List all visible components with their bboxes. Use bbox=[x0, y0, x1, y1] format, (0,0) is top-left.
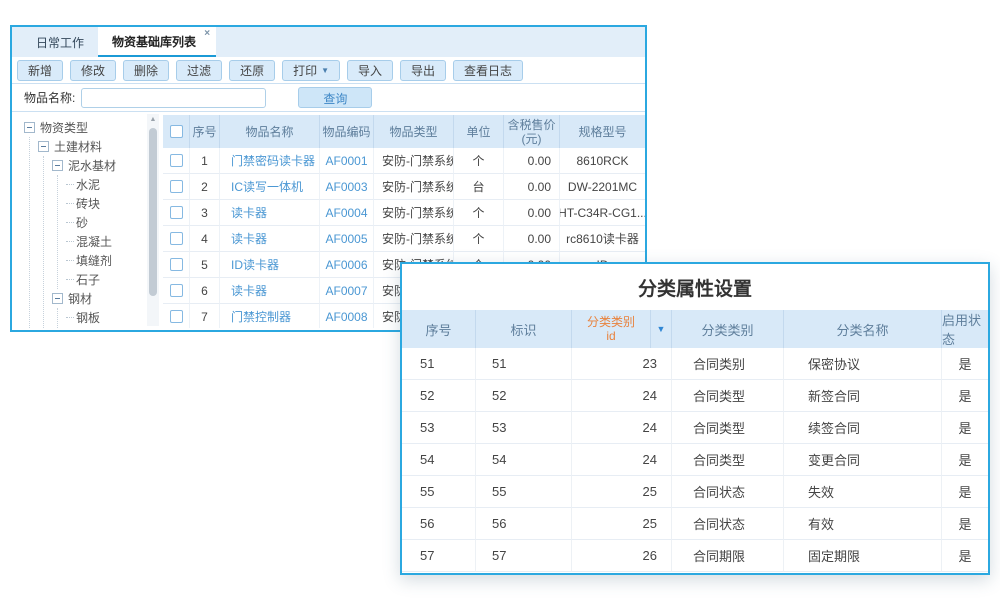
sort-dropdown-icon[interactable]: ▼ bbox=[650, 310, 671, 348]
item-code-link[interactable]: AF0006 bbox=[320, 252, 374, 278]
tab-label: 物资基础库列表 bbox=[112, 33, 196, 50]
tree-node-steel-plate[interactable]: 钢板 bbox=[66, 308, 144, 327]
category-tree: 物资类型 土建材料 泥水基材 水泥 砖块 bbox=[12, 112, 160, 328]
row-checkbox[interactable] bbox=[170, 284, 183, 297]
table-row[interactable]: 3 读卡器 AF0004 安防-门禁系统 个 0.00 HT-C34R-CG1.… bbox=[163, 200, 645, 226]
table-row[interactable]: 54 54 24 合同类型 变更合同 是 bbox=[402, 444, 988, 476]
attribute-table-header: 序号 标识 分类类别 id ▼ 分类类别 分类名称 启用状态 bbox=[402, 310, 988, 348]
col-item-code: 物品编码 bbox=[320, 115, 374, 148]
table-row[interactable]: 52 52 24 合同类型 新签合同 是 bbox=[402, 380, 988, 412]
category-tree-panel: 物资类型 土建材料 泥水基材 水泥 砖块 bbox=[12, 112, 160, 328]
item-name-link[interactable]: 读卡器 bbox=[220, 226, 320, 252]
row-checkbox[interactable] bbox=[170, 258, 183, 271]
item-name-link[interactable]: ID读卡器 bbox=[220, 252, 320, 278]
col-item-name: 物品名称 bbox=[220, 115, 320, 148]
chevron-down-icon: ▼ bbox=[321, 66, 329, 75]
col-no: 序号 bbox=[402, 310, 476, 348]
col-enabled: 启用状态 bbox=[942, 310, 988, 348]
row-checkbox[interactable] bbox=[170, 206, 183, 219]
category-attribute-window: 分类属性设置 序号 标识 分类类别 id ▼ 分类类别 分类名称 启用状态 51… bbox=[400, 262, 990, 575]
tree-node-gravel[interactable]: 石子 bbox=[66, 270, 144, 289]
item-name-label: 物品名称: bbox=[24, 89, 75, 106]
col-category-id[interactable]: 分类类别 id ▼ bbox=[572, 310, 672, 348]
table-row[interactable]: 4 读卡器 AF0005 安防-门禁系统 个 0.00 rc8610读卡器 bbox=[163, 226, 645, 252]
edit-button[interactable]: 修改 bbox=[70, 60, 116, 81]
tree-node-brick[interactable]: 砖块 bbox=[66, 194, 144, 213]
collapse-icon[interactable] bbox=[38, 141, 49, 152]
page-title: 分类属性设置 bbox=[402, 264, 988, 310]
item-code-link[interactable]: AF0001 bbox=[320, 148, 374, 174]
table-row[interactable]: 2 IC读写一体机 AF0003 安防-门禁系统 台 0.00 DW-2201M… bbox=[163, 174, 645, 200]
col-spec: 规格型号 bbox=[560, 115, 645, 148]
search-bar: 物品名称: 查询 bbox=[12, 84, 645, 112]
item-code-link[interactable]: AF0005 bbox=[320, 226, 374, 252]
item-name-link[interactable]: 读卡器 bbox=[220, 200, 320, 226]
col-unit: 单位 bbox=[454, 115, 504, 148]
export-button[interactable]: 导出 bbox=[400, 60, 446, 81]
tree-node-root[interactable]: 物资类型 bbox=[24, 118, 144, 137]
collapse-icon[interactable] bbox=[52, 160, 63, 171]
item-code-link[interactable]: AF0003 bbox=[320, 174, 374, 200]
item-name-link[interactable]: IC读写一体机 bbox=[220, 174, 320, 200]
view-log-button[interactable]: 查看日志 bbox=[453, 60, 523, 81]
tree-node-grout[interactable]: 填缝剂 bbox=[66, 251, 144, 270]
item-code-link[interactable]: AF0008 bbox=[320, 304, 374, 328]
tab-label: 日常工作 bbox=[36, 34, 84, 51]
import-button[interactable]: 导入 bbox=[347, 60, 393, 81]
collapse-icon[interactable] bbox=[24, 122, 35, 133]
tree-node-sand[interactable]: 砂 bbox=[66, 213, 144, 232]
tree-scrollbar[interactable]: ▲ bbox=[147, 114, 159, 326]
print-button[interactable]: 打印 ▼ bbox=[282, 60, 340, 81]
select-all-checkbox[interactable] bbox=[170, 125, 183, 138]
tree-node-steel[interactable]: 钢材 bbox=[52, 289, 144, 308]
table-row[interactable]: 57 57 26 合同期限 固定期限 是 bbox=[402, 540, 988, 572]
tree-node-concrete[interactable]: 混凝土 bbox=[66, 232, 144, 251]
tree-node-cement[interactable]: 水泥 bbox=[66, 175, 144, 194]
add-button[interactable]: 新增 bbox=[17, 60, 63, 81]
table-row[interactable]: 53 53 24 合同类型 续签合同 是 bbox=[402, 412, 988, 444]
row-checkbox[interactable] bbox=[170, 154, 183, 167]
col-category: 分类类别 bbox=[672, 310, 784, 348]
delete-button[interactable]: 删除 bbox=[123, 60, 169, 81]
tab-bar: 日常工作 物资基础库列表 × bbox=[12, 27, 645, 57]
row-checkbox[interactable] bbox=[170, 180, 183, 193]
row-checkbox[interactable] bbox=[170, 310, 183, 323]
toolbar: 新增 修改 删除 过滤 还原 打印 ▼ 导入 导出 查看日志 bbox=[12, 57, 645, 84]
items-table-header: 序号 物品名称 物品编码 物品类型 单位 含税售价 (元) 规格型号 bbox=[163, 115, 645, 148]
col-price: 含税售价 (元) bbox=[504, 115, 560, 148]
col-identifier: 标识 bbox=[476, 310, 572, 348]
collapse-icon[interactable] bbox=[52, 293, 63, 304]
tab-daily-work[interactable]: 日常工作 bbox=[22, 27, 98, 57]
table-row[interactable]: 55 55 25 合同状态 失效 是 bbox=[402, 476, 988, 508]
scrollbar-thumb[interactable] bbox=[149, 128, 157, 296]
item-name-link[interactable]: 读卡器 bbox=[220, 278, 320, 304]
query-button[interactable]: 查询 bbox=[298, 87, 372, 108]
tab-material-library[interactable]: 物资基础库列表 × bbox=[98, 27, 216, 57]
item-name-input[interactable] bbox=[81, 88, 266, 108]
table-row[interactable]: 56 56 25 合同状态 有效 是 bbox=[402, 508, 988, 540]
table-row[interactable]: 1 门禁密码读卡器 AF0001 安防-门禁系统 个 0.00 8610RCK bbox=[163, 148, 645, 174]
item-name-link[interactable]: 门禁密码读卡器 bbox=[220, 148, 320, 174]
item-code-link[interactable]: AF0004 bbox=[320, 200, 374, 226]
tree-node-masonry[interactable]: 泥水基材 bbox=[52, 156, 144, 175]
close-icon[interactable]: × bbox=[204, 29, 210, 39]
tree-node-steel-pipe[interactable]: 钢管 bbox=[66, 327, 144, 328]
table-row[interactable]: 51 51 23 合同类别 保密协议 是 bbox=[402, 348, 988, 380]
select-all-cell bbox=[163, 115, 190, 148]
filter-button[interactable]: 过滤 bbox=[176, 60, 222, 81]
item-name-link[interactable]: 门禁控制器 bbox=[220, 304, 320, 328]
item-code-link[interactable]: AF0007 bbox=[320, 278, 374, 304]
col-category-name: 分类名称 bbox=[784, 310, 942, 348]
row-checkbox[interactable] bbox=[170, 232, 183, 245]
col-item-type: 物品类型 bbox=[374, 115, 454, 148]
sorted-column-label: 分类类别 id bbox=[572, 310, 650, 348]
col-no: 序号 bbox=[190, 115, 220, 148]
scroll-up-icon[interactable]: ▲ bbox=[147, 114, 159, 123]
restore-button[interactable]: 还原 bbox=[229, 60, 275, 81]
tree-node-civil-materials[interactable]: 土建材料 bbox=[38, 137, 144, 156]
